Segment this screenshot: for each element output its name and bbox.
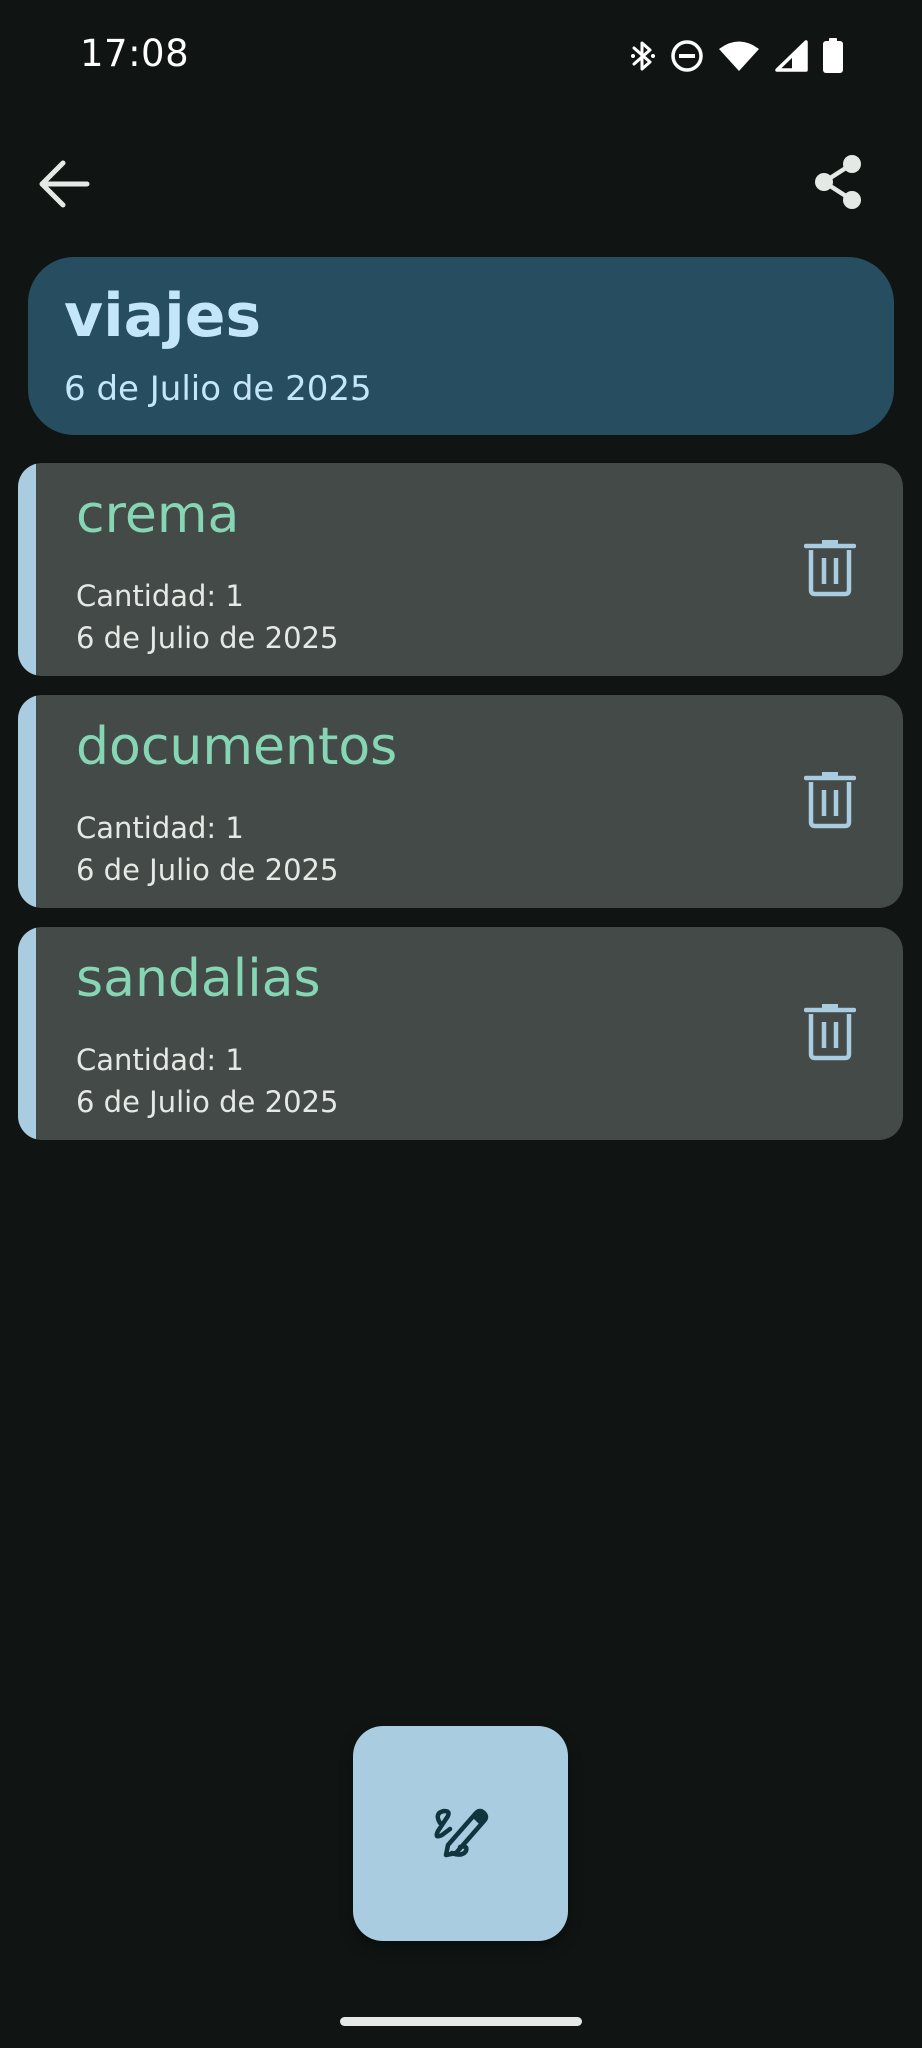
delete-icon <box>803 1003 857 1065</box>
item-quantity: Cantidad: 1 <box>76 1043 244 1077</box>
item-accent-bar <box>18 927 36 1140</box>
edit-fab-button[interactable] <box>353 1726 568 1941</box>
back-button[interactable] <box>30 152 98 220</box>
status-time: 17:08 <box>80 32 190 75</box>
item-name: sandalias <box>76 949 321 1009</box>
item-date: 6 de Julio de 2025 <box>76 1085 339 1119</box>
app-screen: 17:08 viajes 6 de Julio de 2025 crema Ca… <box>0 0 922 2048</box>
bluetooth-icon <box>630 38 656 74</box>
list-title: viajes <box>64 281 262 351</box>
item-date: 6 de Julio de 2025 <box>76 621 339 655</box>
item-date: 6 de Julio de 2025 <box>76 853 339 887</box>
item-name: crema <box>76 485 240 545</box>
battery-icon <box>822 38 844 74</box>
delete-icon <box>803 771 857 833</box>
delete-icon <box>803 539 857 601</box>
status-icons <box>630 38 844 74</box>
gesture-navigation-bar[interactable] <box>340 2017 582 2026</box>
share-button[interactable] <box>804 150 872 218</box>
delete-button[interactable] <box>795 999 865 1069</box>
list-header-card: viajes 6 de Julio de 2025 <box>28 257 894 435</box>
item-name: documentos <box>76 717 398 777</box>
signal-icon <box>774 40 808 72</box>
do-not-disturb-icon <box>670 39 704 73</box>
list-item[interactable]: sandalias Cantidad: 1 6 de Julio de 2025 <box>18 927 903 1140</box>
wifi-icon <box>718 40 760 72</box>
list-date: 6 de Julio de 2025 <box>64 369 372 409</box>
list-item[interactable]: crema Cantidad: 1 6 de Julio de 2025 <box>18 463 903 676</box>
list-item[interactable]: documentos Cantidad: 1 6 de Julio de 202… <box>18 695 903 908</box>
item-quantity: Cantidad: 1 <box>76 579 244 613</box>
draw-edit-icon <box>430 1803 492 1865</box>
arrow-back-icon <box>37 159 91 213</box>
status-bar: 17:08 <box>0 0 922 115</box>
item-accent-bar <box>18 463 36 676</box>
item-accent-bar <box>18 695 36 908</box>
item-quantity: Cantidad: 1 <box>76 811 244 845</box>
item-list: crema Cantidad: 1 6 de Julio de 2025 doc… <box>18 463 904 1159</box>
delete-button[interactable] <box>795 535 865 605</box>
delete-button[interactable] <box>795 767 865 837</box>
share-icon <box>812 154 864 214</box>
